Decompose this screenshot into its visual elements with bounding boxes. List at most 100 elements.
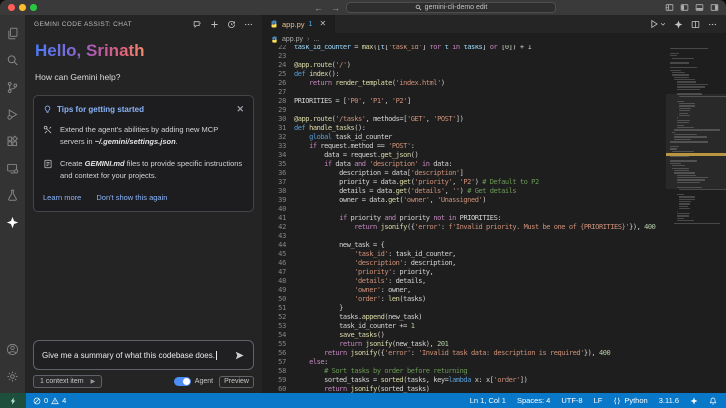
minimap[interactable] — [666, 45, 726, 393]
run-icon — [651, 19, 658, 29]
search-icon — [415, 4, 422, 11]
dont-show-again-link[interactable]: Don't show this again — [96, 193, 167, 202]
remote-explorer-icon[interactable] — [0, 155, 25, 182]
code-line: 24 @app.route('/') — [278, 61, 351, 69]
code-line: 49 'owner': owner, — [278, 286, 411, 294]
eol-status[interactable]: LF — [594, 396, 603, 405]
minimize-window-button[interactable] — [19, 4, 26, 11]
status-bar: 0 4 Ln 1, Col 1 Spaces: 4 UTF-8 LF Pytho… — [0, 393, 726, 408]
split-editor-icon[interactable] — [691, 20, 700, 29]
search-sidebar-icon[interactable] — [0, 47, 25, 74]
chevron-right-icon: ▶ — [90, 379, 96, 385]
code-line: 38 details = data.get('details', '') # G… — [278, 187, 517, 195]
minimap-viewport — [666, 94, 726, 189]
breadcrumb-separator: › — [307, 35, 310, 43]
back-icon[interactable]: ← — [314, 3, 323, 13]
learn-more-link[interactable]: Learn more — [43, 193, 81, 202]
problems-status[interactable]: 0 4 — [26, 396, 73, 405]
close-window-button[interactable] — [8, 4, 15, 11]
notifications-bell-icon[interactable] — [709, 397, 717, 405]
context-items-button[interactable]: 1 context item ▶ — [33, 375, 103, 388]
explorer-icon[interactable] — [0, 20, 25, 47]
greeting-title: Hello, Srinath — [35, 41, 145, 60]
history-nav: ← → — [314, 0, 340, 15]
layout-controls — [665, 0, 719, 15]
breadcrumb-symbol: ... — [313, 35, 320, 43]
greeting-subtitle: How can Gemini help? — [35, 72, 121, 82]
code-line: 39 owner = data.get('owner', 'Unassigned… — [278, 196, 487, 204]
minimap-highlight — [666, 153, 726, 156]
gemini-status-icon[interactable] — [690, 397, 698, 405]
code-line: 25 def index(): — [278, 70, 340, 78]
preview-badge: Preview — [219, 375, 254, 388]
editor-actions — [649, 15, 726, 33]
code-line: 22 task_id_counter = max([t['task_id'] fo… — [278, 45, 532, 51]
agent-toggle-label: Agent — [194, 378, 214, 385]
customize-layout-icon[interactable] — [665, 3, 674, 12]
tab-bar: app.py 1 ✕ — [262, 15, 726, 33]
run-debug-icon[interactable] — [0, 101, 25, 128]
chat-panel-header: GEMINI CODE ASSIST: CHAT — [25, 15, 262, 34]
encoding-status[interactable]: UTF-8 — [561, 396, 582, 405]
gemini-code-assist-icon[interactable] — [0, 209, 25, 236]
warning-icon — [51, 396, 59, 404]
source-control-icon[interactable] — [0, 74, 25, 101]
more-actions-icon[interactable] — [708, 20, 717, 29]
chat-input[interactable]: Give me a summary of what this codebase … — [33, 340, 254, 370]
run-python-file-button[interactable] — [649, 19, 666, 29]
python-file-icon — [272, 35, 277, 43]
code-line: 48 'details': details, — [278, 277, 426, 285]
language-mode-status[interactable]: Python — [613, 396, 648, 405]
text-cursor — [215, 350, 217, 360]
tab-app-py[interactable]: app.py 1 ✕ — [262, 15, 336, 33]
tips-card: Tips for getting started ✕ Extend the ag… — [33, 95, 254, 212]
code-line: 46 'description': description, — [278, 259, 456, 267]
code-lines: 22 task_id_counter = max([t['task_id'] fo… — [262, 45, 726, 393]
code-line: 45 'task_id': task_id_counter, — [278, 250, 456, 258]
feedback-icon[interactable] — [193, 20, 202, 29]
new-chat-icon[interactable] — [210, 20, 219, 29]
code-line: 31 def handle_tasks(): — [278, 124, 366, 132]
code-line: 29 — [278, 106, 286, 114]
maximize-window-button[interactable] — [30, 4, 37, 11]
testing-icon[interactable] — [0, 182, 25, 209]
settings-gear-icon[interactable] — [0, 363, 25, 390]
toggle-secondary-sidebar-icon[interactable] — [710, 3, 719, 12]
code-line: 56 return jsonify({'error': 'Invalid tas… — [278, 349, 611, 357]
toggle-panel-icon[interactable] — [695, 3, 704, 12]
cursor-position-status[interactable]: Ln 1, Col 1 — [470, 396, 506, 405]
tip-item-gemini-md: Create GEMINI.md files to provide specif… — [43, 158, 244, 182]
code-line: 43 — [278, 232, 286, 240]
tools-icon — [43, 125, 52, 134]
code-line: 34 data = request.get_json() — [278, 151, 419, 159]
accounts-icon[interactable] — [0, 336, 25, 363]
close-tab-icon[interactable]: ✕ — [319, 20, 326, 28]
gemini-sparkle-icon[interactable] — [674, 20, 683, 29]
forward-icon[interactable]: → — [331, 3, 340, 13]
breadcrumb[interactable]: app.py › ... — [262, 33, 726, 45]
extensions-icon[interactable] — [0, 128, 25, 155]
python-version-status[interactable]: 3.11.6 — [659, 396, 679, 405]
toggle-primary-sidebar-icon[interactable] — [680, 3, 689, 12]
more-actions-icon[interactable] — [244, 20, 253, 29]
code-line: 32 global task_id_counter — [278, 133, 392, 141]
indentation-status[interactable]: Spaces: 4 — [517, 396, 550, 405]
send-icon[interactable] — [234, 350, 245, 361]
vscode-window: ← → gemini-cli-demo edit GEMINI CODE ASS… — [0, 0, 726, 408]
code-line: 28 PRIORITIES = ['P0', 'P1', 'P2'] — [278, 97, 411, 105]
chat-panel-title: GEMINI CODE ASSIST: CHAT — [34, 21, 132, 28]
agent-mode-toggle[interactable] — [173, 377, 191, 386]
history-icon[interactable] — [227, 20, 236, 29]
braces-icon — [614, 397, 621, 404]
tab-badge: 1 — [308, 20, 313, 28]
code-line: 53 task_id_counter += 1 — [278, 322, 415, 330]
tip-text: Create GEMINI.md files to provide specif… — [60, 159, 243, 180]
warning-count: 4 — [62, 396, 67, 405]
close-tips-icon[interactable]: ✕ — [236, 104, 244, 114]
code-line: 58 # Sort tasks by order before returnin… — [278, 367, 468, 375]
code-editor[interactable]: 22 task_id_counter = max([t['task_id'] fo… — [262, 45, 726, 393]
remote-indicator[interactable] — [0, 393, 26, 408]
python-file-icon — [271, 20, 277, 28]
command-center-search[interactable]: gemini-cli-demo edit — [346, 2, 556, 13]
code-line: 52 tasks.append(new_task) — [278, 313, 423, 321]
